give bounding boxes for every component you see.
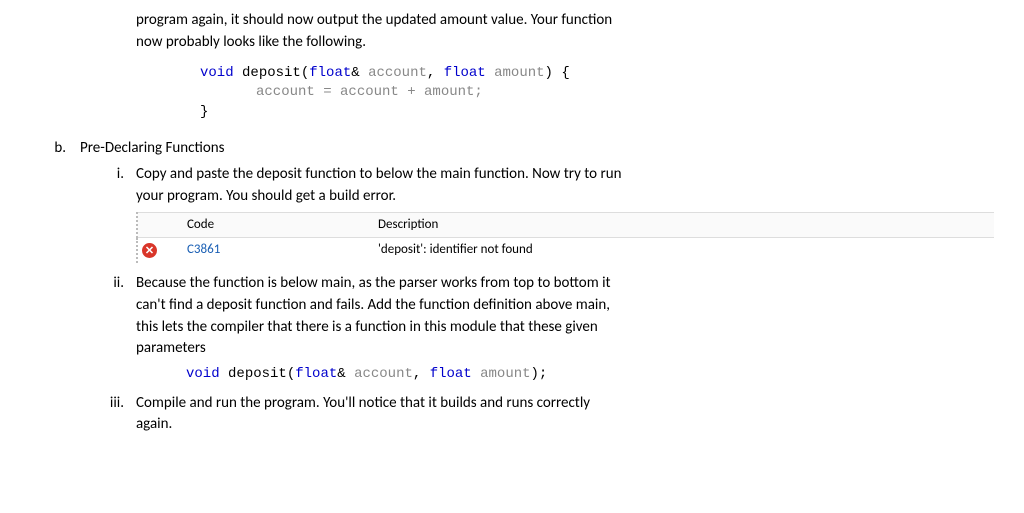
error-row: ✕ C3861 'deposit': identifier not found: [137, 238, 994, 263]
error-code: C3861: [187, 242, 220, 257]
keyword-void: void: [200, 65, 234, 81]
keyword-float: float: [430, 366, 472, 382]
item-iii: iii. Compile and run the program. You'll…: [100, 393, 994, 437]
param-amount: amount: [494, 65, 544, 81]
keyword-float: float: [444, 65, 486, 81]
error-icon: ✕: [142, 243, 157, 258]
item-iii-line-1: Compile and run the program. You'll noti…: [136, 394, 590, 412]
error-col-icon: [137, 212, 177, 238]
code-line-1: void deposit(float& account, float amoun…: [200, 64, 994, 84]
param-account: account: [368, 65, 427, 81]
intro-line-1: program again, it should now output the …: [136, 11, 612, 29]
intro-line-2: now probably looks like the following.: [136, 33, 366, 51]
code-line-3: }: [200, 103, 994, 123]
item-iii-line-2: again.: [136, 415, 172, 433]
error-col-code: Code: [177, 212, 368, 238]
item-i-content: Copy and paste the deposit function to b…: [136, 164, 994, 269]
keyword-float: float: [295, 366, 337, 382]
param-account: account: [354, 366, 413, 382]
item-ii-label: ii.: [100, 273, 136, 388]
item-ii-line-1: Because the function is below main, as t…: [136, 274, 611, 292]
item-i: i. Copy and paste the deposit function t…: [100, 164, 994, 269]
item-ii-line-4: parameters: [136, 339, 206, 357]
error-col-desc: Description: [368, 212, 994, 238]
section-b-label: b.: [40, 138, 80, 160]
item-ii-line-3: this lets the compiler that there is a f…: [136, 318, 598, 336]
item-ii: ii. Because the function is below main, …: [100, 273, 994, 388]
item-iii-label: iii.: [100, 393, 136, 437]
section-b: b. Pre-Declaring Functions i. Copy and p…: [40, 138, 994, 436]
sub-list: i. Copy and paste the deposit function t…: [100, 164, 994, 436]
item-ii-content: Because the function is below main, as t…: [136, 273, 994, 388]
code-line-2: account = account + amount;: [200, 83, 994, 103]
item-iii-content: Compile and run the program. You'll noti…: [136, 393, 994, 437]
item-i-line-1: Copy and paste the deposit function to b…: [136, 165, 621, 183]
param-amount: amount: [480, 366, 530, 382]
item-i-line-2: your program. You should get a build err…: [136, 187, 396, 205]
section-b-title: Pre-Declaring Functions: [80, 138, 225, 160]
code-block-deposit-decl: void deposit(float& account, float amoun…: [186, 364, 994, 384]
keyword-float: float: [309, 65, 351, 81]
code-block-deposit-body: void deposit(float& account, float amoun…: [200, 64, 994, 123]
item-i-label: i.: [100, 164, 136, 269]
intro-paragraph: program again, it should now output the …: [136, 10, 994, 54]
item-ii-line-2: can't find a deposit function and fails.…: [136, 296, 610, 314]
error-table: Code Description ✕ C3861 'deposit': iden…: [136, 212, 994, 264]
section-b-header: b. Pre-Declaring Functions: [40, 138, 994, 160]
keyword-void: void: [186, 366, 220, 382]
error-description: 'deposit': identifier not found: [368, 238, 994, 263]
